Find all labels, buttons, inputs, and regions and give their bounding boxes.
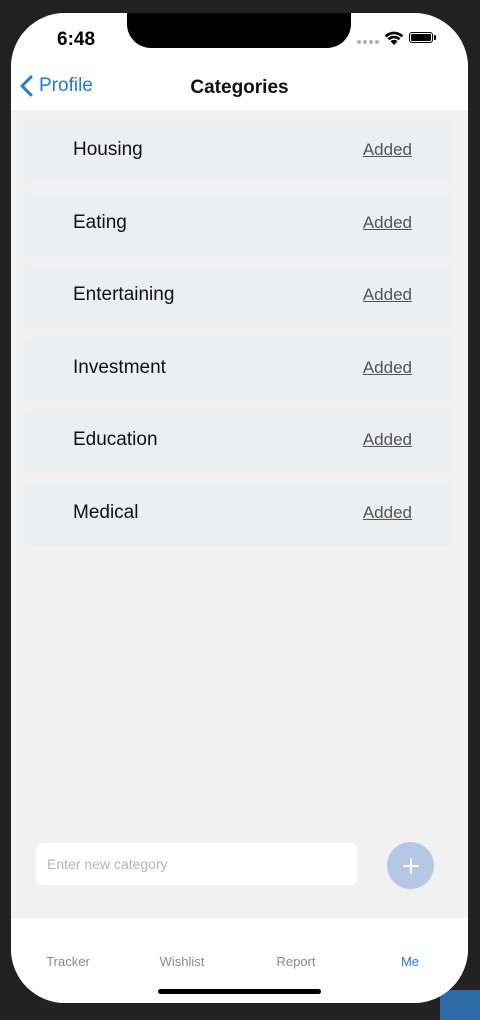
navigation-bar: Profile Categories xyxy=(11,63,468,110)
category-name: Entertaining xyxy=(73,284,175,306)
cellular-signal-icon xyxy=(357,40,379,44)
home-indicator[interactable] xyxy=(158,989,321,994)
add-category-button[interactable] xyxy=(387,842,434,889)
category-name: Housing xyxy=(73,139,143,160)
category-row-housing: Housing Added xyxy=(24,120,452,183)
category-list: Housing Added Eating Added Entertaining … xyxy=(24,120,452,556)
category-name: Eating xyxy=(73,211,127,233)
status-time: 6:48 xyxy=(57,29,96,50)
category-row-eating: Eating Added xyxy=(24,192,452,256)
added-link[interactable]: Added xyxy=(363,140,412,160)
added-link[interactable]: Added xyxy=(363,213,412,233)
battery-icon xyxy=(409,32,433,43)
battery-cap xyxy=(434,35,436,40)
added-link[interactable]: Added xyxy=(363,503,412,523)
added-link[interactable]: Added xyxy=(363,285,412,305)
plus-icon xyxy=(402,857,419,874)
tab-me[interactable]: Me xyxy=(353,954,467,969)
category-row-entertaining: Entertaining Added xyxy=(24,265,452,329)
tab-report[interactable]: Report xyxy=(239,954,353,969)
wifi-icon xyxy=(384,31,404,45)
added-link[interactable]: Added xyxy=(363,430,412,450)
app-screen: 6:48 Profile Categories Housing Added Ea… xyxy=(11,13,468,1003)
device-notch xyxy=(127,13,351,48)
added-link[interactable]: Added xyxy=(363,358,412,378)
category-row-medical: Medical Added xyxy=(24,482,452,546)
new-category-input[interactable] xyxy=(36,843,357,885)
category-name: Education xyxy=(73,429,158,451)
category-row-education: Education Added xyxy=(24,410,452,474)
category-name: Investment xyxy=(73,356,166,378)
page-title: Categories xyxy=(190,77,289,98)
category-name: Medical xyxy=(73,501,139,523)
tab-tracker[interactable]: Tracker xyxy=(11,954,125,969)
category-row-investment: Investment Added xyxy=(24,337,452,401)
device-frame: 6:48 Profile Categories Housing Added Ea… xyxy=(0,0,480,1020)
tab-wishlist[interactable]: Wishlist xyxy=(125,954,239,969)
